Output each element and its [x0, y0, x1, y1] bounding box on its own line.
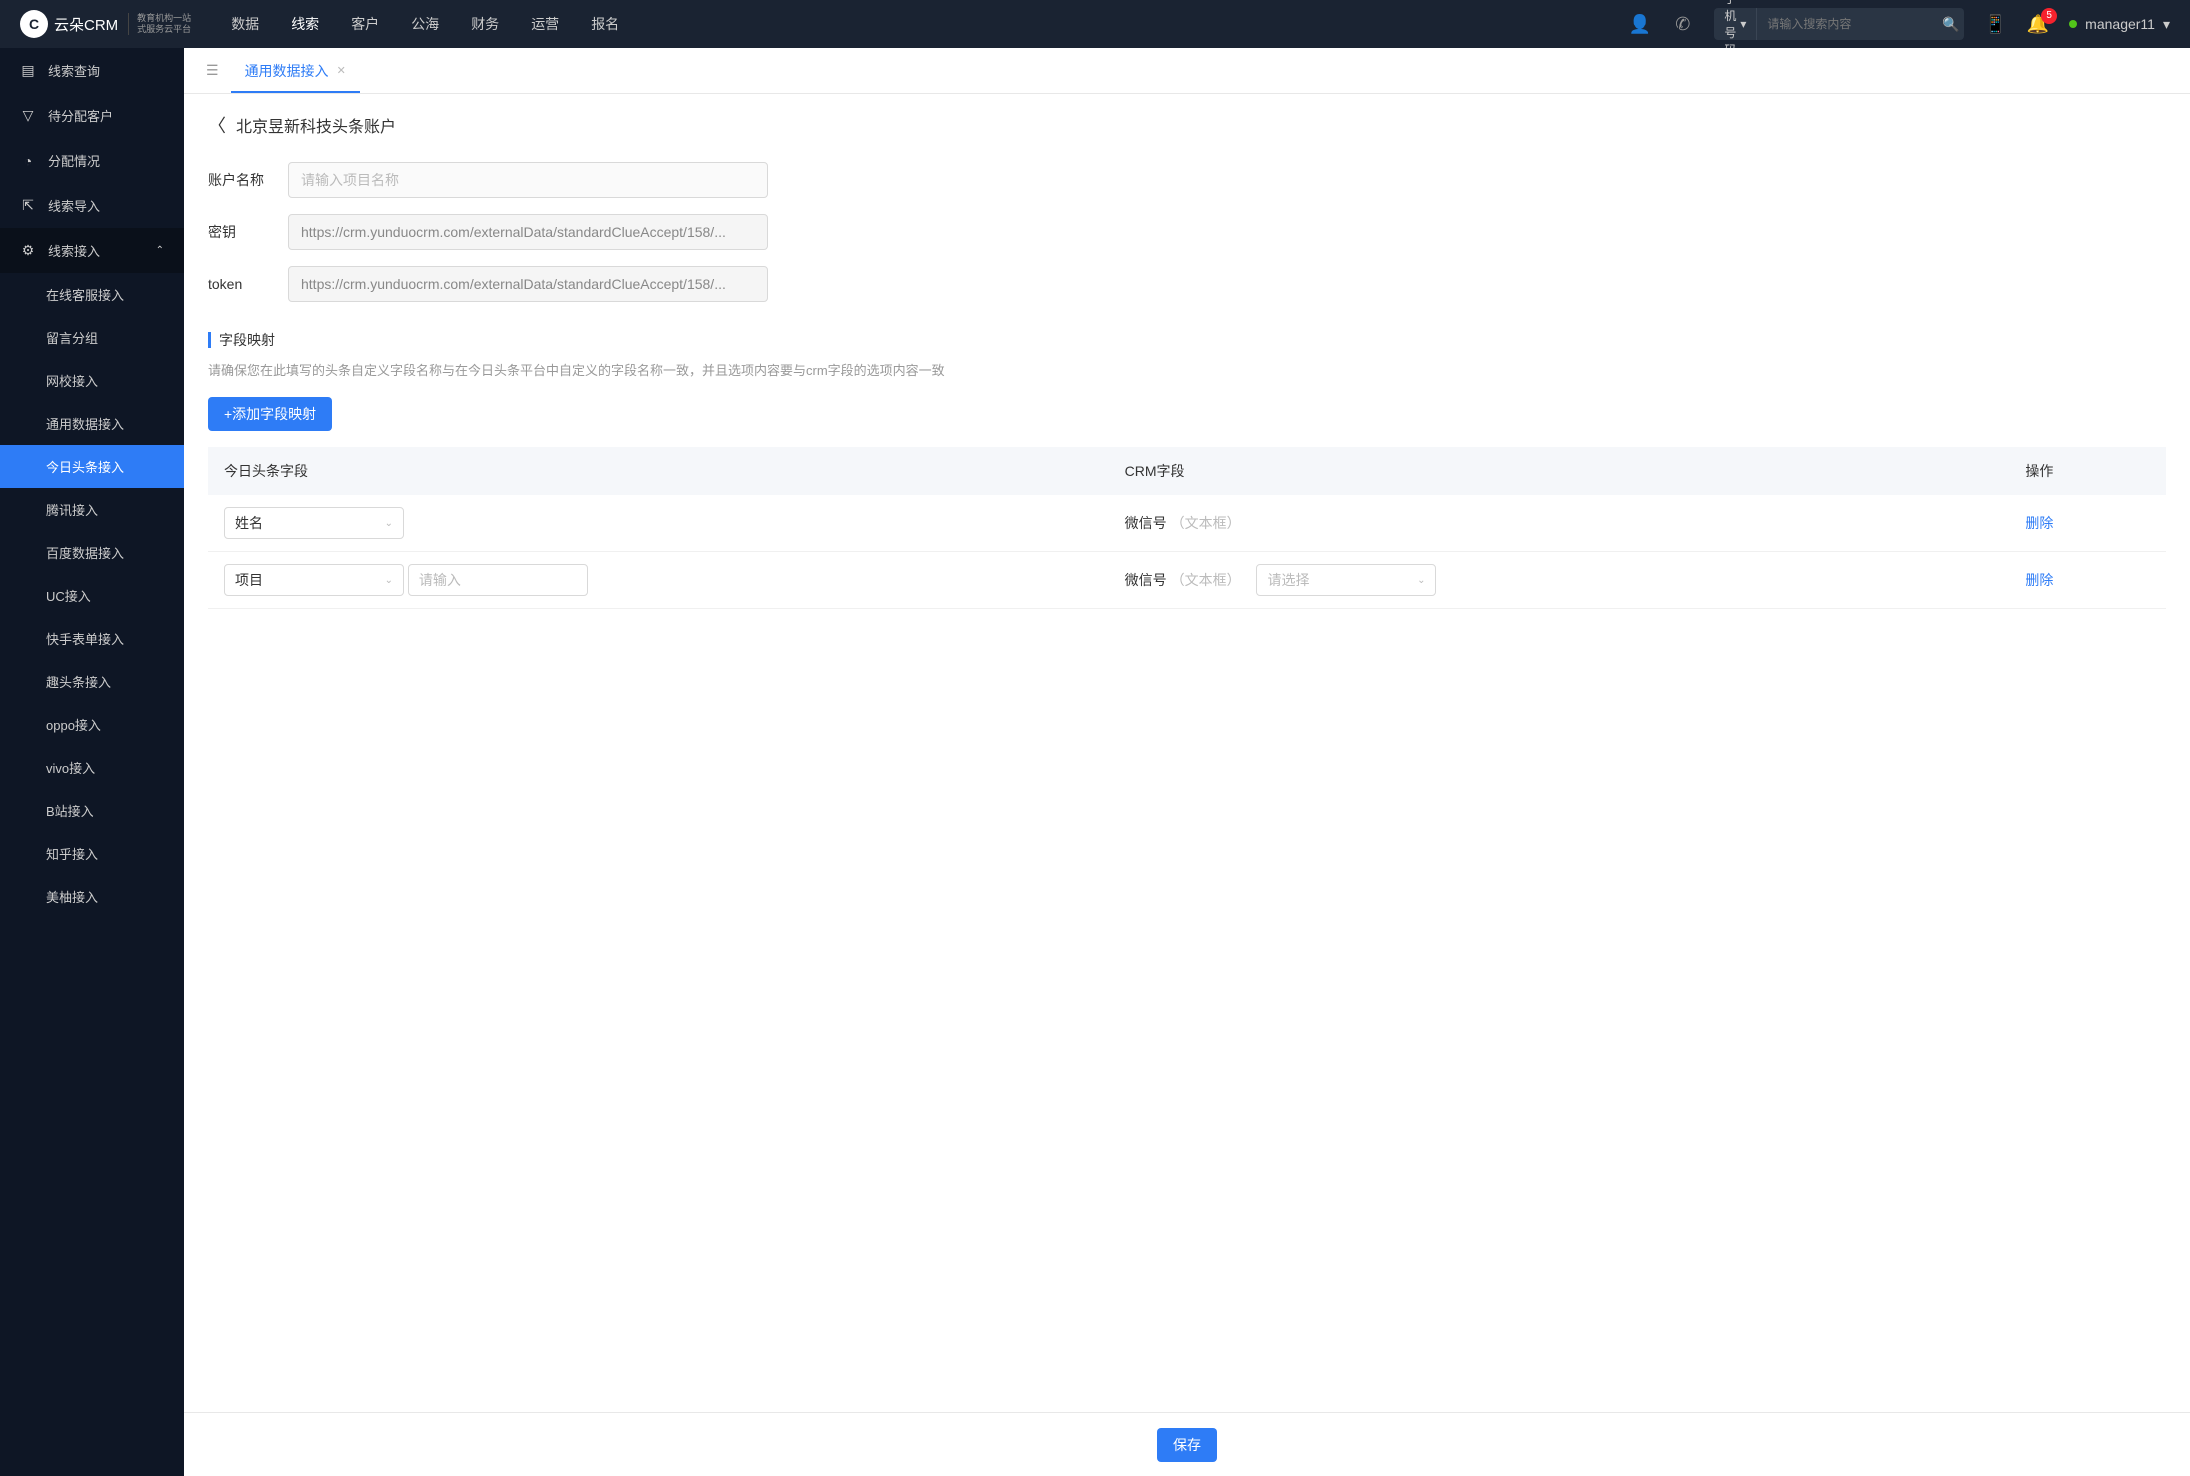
sidebar-sub-8[interactable]: 快手表单接入 — [0, 617, 184, 660]
sidebar-item-2[interactable]: ◔分配情况 — [0, 138, 184, 183]
crm-field-type: （文本框） — [1171, 513, 1241, 533]
sidebar-sub-10[interactable]: oppo接入 — [0, 703, 184, 746]
header-quickicons: 👤 ✆ — [1629, 14, 1691, 35]
chevron-icon: ⌃ — [156, 245, 164, 256]
crm-field-type: （文本框） — [1171, 570, 1241, 590]
page-title: 北京昱新科技头条账户 — [236, 113, 396, 137]
sidebar-item-3[interactable]: ⇱线索导入 — [0, 183, 184, 228]
sidebar-sub-14[interactable]: 美柚接入 — [0, 875, 184, 918]
save-button[interactable]: 保存 — [1157, 1428, 1217, 1462]
tt-field-select[interactable]: 姓名⌄ — [224, 507, 404, 539]
nav-item-5[interactable]: 运营 — [531, 0, 559, 48]
crm-value-select[interactable]: 请选择⌄ — [1256, 564, 1436, 596]
nav-item-1[interactable]: 线索 — [291, 0, 319, 48]
sidebar-sub-2[interactable]: 网校接入 — [0, 359, 184, 402]
table-header-0: 今日头条字段 — [208, 447, 1109, 495]
sidebar-sub-4[interactable]: 今日头条接入 — [0, 445, 184, 488]
menu-toggle-icon[interactable]: ☰ — [194, 62, 231, 79]
chevron-down-icon: ⌄ — [385, 575, 393, 586]
account-name-label: 账户名称 — [208, 170, 288, 190]
search-input[interactable] — [1757, 17, 1932, 31]
bell-icon[interactable]: 🔔 5 — [2027, 14, 2049, 35]
sidebar-icon: ▽ — [20, 107, 36, 124]
logo-subtitle: 教育机构一站 式服务云平台 — [128, 13, 191, 35]
sidebar-icon: ⇱ — [20, 197, 36, 214]
secret-label: 密钥 — [208, 222, 288, 242]
chevron-down-icon: ⌄ — [385, 518, 393, 529]
table-header-1: CRM字段 — [1109, 447, 2010, 495]
user-menu[interactable]: manager11 ▾ — [2069, 16, 2170, 33]
logo-text: 云朵CRM — [54, 14, 118, 35]
token-label: token — [208, 276, 288, 292]
tab-0[interactable]: 通用数据接入✕ — [231, 48, 360, 93]
tab-bar: ☰ 通用数据接入✕ — [184, 48, 2190, 94]
field-mapping-table: 今日头条字段CRM字段操作 姓名⌄微信号（文本框）删除项目⌄ 微信号（文本框） … — [208, 447, 2166, 609]
notification-badge: 5 — [2041, 8, 2057, 24]
sidebar-sub-12[interactable]: B站接入 — [0, 789, 184, 832]
sidebar-sub-6[interactable]: 百度数据接入 — [0, 531, 184, 574]
tt-field-select[interactable]: 项目⌄ — [224, 564, 404, 596]
delete-button[interactable]: 删除 — [2025, 572, 2053, 588]
crm-field-name: 微信号 — [1125, 513, 1167, 533]
sidebar-item-1[interactable]: ▽待分配客户 — [0, 93, 184, 138]
sidebar-sub-9[interactable]: 趣头条接入 — [0, 660, 184, 703]
page-header: 〈 北京昱新科技头条账户 — [208, 112, 2166, 138]
sidebar-icon: ◔ — [20, 153, 36, 169]
chevron-down-icon: ▾ — [1740, 17, 1746, 31]
table-row: 姓名⌄ 微信号（文本框） 删除 — [208, 495, 2166, 552]
sidebar-sub-7[interactable]: UC接入 — [0, 574, 184, 617]
secret-input[interactable] — [288, 214, 768, 250]
sidebar-icon: ▤ — [20, 62, 36, 79]
add-field-mapping-button[interactable]: +添加字段映射 — [208, 397, 332, 431]
table-header-2: 操作 — [2009, 447, 2166, 495]
mobile-icon[interactable]: 📱 — [1984, 14, 2006, 35]
nav-item-0[interactable]: 数据 — [231, 0, 259, 48]
top-header: C 云朵CRM 教育机构一站 式服务云平台 数据线索客户公海财务运营报名 👤 ✆… — [0, 0, 2190, 48]
chevron-down-icon: ⌄ — [1417, 575, 1425, 586]
crm-field-name: 微信号 — [1125, 570, 1167, 590]
top-nav: 数据线索客户公海财务运营报名 — [231, 0, 1605, 48]
user-add-icon[interactable]: 👤 — [1629, 14, 1651, 35]
chevron-down-icon: ▾ — [2163, 16, 2170, 33]
search-type-select[interactable]: 手机号码 ▾ — [1714, 8, 1757, 40]
table-row: 项目⌄ 微信号（文本框） 请选择⌄ 删除 — [208, 552, 2166, 609]
token-input[interactable] — [288, 266, 768, 302]
logo-icon: C — [20, 10, 48, 38]
header-right: 📱 🔔 5 manager11 ▾ — [1984, 14, 2170, 35]
sidebar: ▤线索查询▽待分配客户◔分配情况⇱线索导入⚙线索接入⌃在线客服接入留言分组网校接… — [0, 48, 184, 1476]
section-bar-icon — [208, 332, 211, 348]
sidebar-item-0[interactable]: ▤线索查询 — [0, 48, 184, 93]
sidebar-sub-1[interactable]: 留言分组 — [0, 316, 184, 359]
phone-icon[interactable]: ✆ — [1675, 14, 1690, 35]
section-hint: 请确保您在此填写的头条自定义字段名称与在今日头条平台中自定义的字段名称一致，并且… — [208, 360, 2166, 379]
extra-input[interactable] — [408, 564, 588, 596]
main-content: ☰ 通用数据接入✕ 〈 北京昱新科技头条账户 账户名称 密钥 token — [184, 48, 2190, 1476]
nav-item-6[interactable]: 报名 — [591, 0, 619, 48]
sidebar-sub-5[interactable]: 腾讯接入 — [0, 488, 184, 531]
logo: C 云朵CRM 教育机构一站 式服务云平台 — [20, 10, 191, 38]
content-area: 〈 北京昱新科技头条账户 账户名称 密钥 token 字段映射 请确保您在此填写… — [184, 94, 2190, 1476]
search-icon[interactable]: 🔍 — [1932, 16, 1969, 33]
nav-item-3[interactable]: 公海 — [411, 0, 439, 48]
sidebar-icon: ⚙ — [20, 242, 36, 259]
sidebar-item-4[interactable]: ⚙线索接入⌃ — [0, 228, 184, 273]
sidebar-sub-13[interactable]: 知乎接入 — [0, 832, 184, 875]
back-icon[interactable]: 〈 — [208, 112, 226, 138]
sidebar-sub-11[interactable]: vivo接入 — [0, 746, 184, 789]
username: manager11 — [2085, 16, 2155, 32]
nav-item-4[interactable]: 财务 — [471, 0, 499, 48]
close-icon[interactable]: ✕ — [337, 64, 346, 77]
account-name-input[interactable] — [288, 162, 768, 198]
section-title: 字段映射 — [208, 330, 2166, 350]
search-box: 手机号码 ▾ 🔍 — [1714, 8, 1964, 40]
status-dot-icon — [2069, 20, 2077, 28]
sidebar-sub-3[interactable]: 通用数据接入 — [0, 402, 184, 445]
nav-item-2[interactable]: 客户 — [351, 0, 379, 48]
sidebar-sub-0[interactable]: 在线客服接入 — [0, 273, 184, 316]
footer-bar: 保存 — [184, 1412, 2190, 1476]
delete-button[interactable]: 删除 — [2025, 515, 2053, 531]
